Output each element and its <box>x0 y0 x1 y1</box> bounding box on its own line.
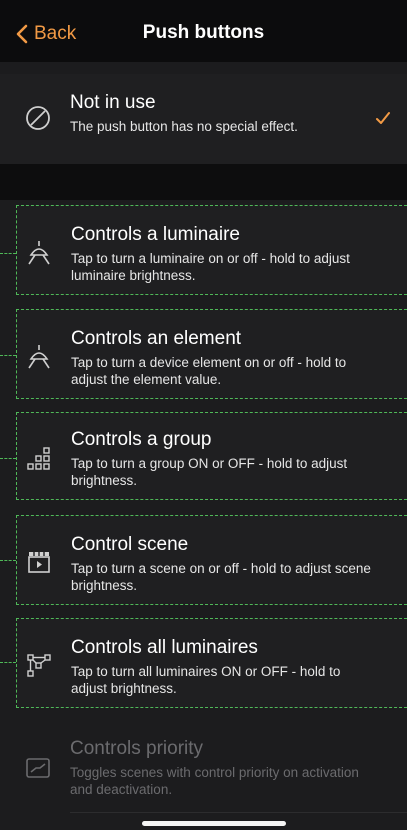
home-indicator[interactable] <box>142 821 286 826</box>
clapperboard-icon <box>28 552 50 573</box>
option-controls-element[interactable]: Controls an element Tap to turn a device… <box>16 309 407 399</box>
not-allowed-icon <box>26 106 50 130</box>
priority-graph-icon <box>26 758 50 778</box>
checkmark-icon <box>376 112 390 124</box>
option-description: Tap to turn a group ON or OFF - hold to … <box>71 456 348 488</box>
network-nodes-icon <box>27 654 51 677</box>
option-description: Tap to turn a luminaire on or off - hold… <box>71 251 350 283</box>
navigation-bar: Back Push buttons <box>0 0 407 62</box>
option-controls-luminaire[interactable]: Controls a luminaire Tap to turn a lumin… <box>16 205 407 295</box>
option-description: The push button has no special effect. <box>70 119 298 134</box>
ceiling-lamp-icon <box>28 241 50 265</box>
option-control-scene[interactable]: Control scene Tap to turn a scene on or … <box>16 515 407 605</box>
option-description: Toggles scenes with control priority on … <box>70 765 359 797</box>
option-description: Tap to turn all luminaires ON or OFF - h… <box>71 664 341 696</box>
option-description: Tap to turn a scene on or off - hold to … <box>71 561 371 593</box>
section-separator <box>0 164 407 200</box>
option-title: Controls a group <box>71 429 212 450</box>
dashed-connector <box>0 355 16 356</box>
group-grid-icon <box>27 447 50 470</box>
option-title: Controls a luminaire <box>71 224 240 245</box>
option-controls-group[interactable]: Controls a group Tap to turn a group ON … <box>16 412 407 500</box>
option-title: Controls an element <box>71 328 242 349</box>
lamp-element-icon <box>28 345 50 369</box>
row-divider <box>70 812 407 813</box>
option-controls-all-luminaires[interactable]: Controls all luminaires Tap to turn all … <box>16 618 407 708</box>
option-title: Controls priority <box>70 738 204 759</box>
dashed-connector <box>0 662 16 663</box>
option-controls-priority: Controls priority Toggles scenes with co… <box>16 722 407 812</box>
option-not-in-use[interactable]: Not in use The push button has no specia… <box>0 74 407 164</box>
dashed-connector <box>0 560 16 561</box>
push-buttons-screen: Back Push buttons Not in use The push bu… <box>0 0 407 830</box>
option-title: Controls all luminaires <box>71 637 258 658</box>
page-title: Push buttons <box>142 22 265 43</box>
dashed-connector <box>0 253 16 254</box>
option-title: Not in use <box>70 92 156 113</box>
dashed-connector <box>0 458 16 459</box>
option-title: Control scene <box>71 534 189 555</box>
option-description: Tap to turn a device element on or off -… <box>71 355 347 387</box>
